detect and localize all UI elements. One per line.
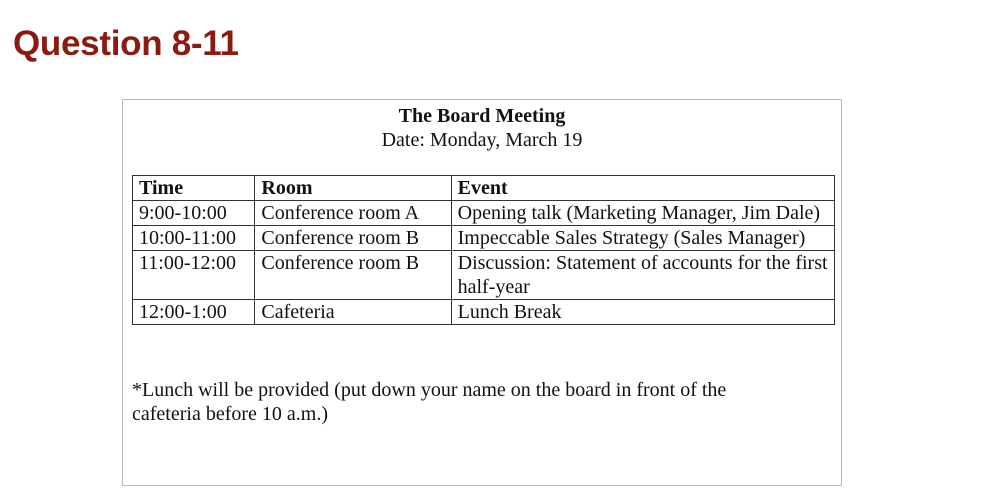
schedule-table: Time Room Event 9:00-10:00 Conference ro… [131, 175, 836, 325]
column-header-time: Time [131, 175, 256, 201]
column-header-event: Event [450, 175, 836, 201]
cell-time: 9:00-10:00 [131, 200, 256, 226]
cell-time: 10:00-11:00 [131, 225, 256, 251]
question-title: Question 8-11 [13, 24, 239, 63]
cell-time: 11:00-12:00 [131, 250, 256, 300]
column-header-room: Room [254, 175, 452, 201]
cell-room: Conference room B [254, 250, 452, 300]
cell-time: 12:00-1:00 [131, 299, 256, 325]
meeting-title: The Board Meeting [398, 105, 566, 127]
cell-event: Impeccable Sales Strategy (Sales Manager… [450, 225, 836, 251]
meeting-notice: The Board Meeting Date: Monday, March 19… [122, 99, 842, 486]
meeting-date: Date: Monday, March 19 [381, 129, 583, 151]
cell-event: Opening talk (Marketing Manager, Jim Dal… [450, 200, 836, 226]
cell-event: Lunch Break [450, 299, 836, 325]
table-row: 10:00-11:00 Conference room B Impeccable… [131, 225, 836, 251]
table-row: 11:00-12:00 Conference room B Discussion… [131, 250, 836, 300]
cell-room: Cafeteria [254, 299, 452, 325]
table-row: 12:00-1:00 Cafeteria Lunch Break [131, 299, 836, 325]
table-header-row: Time Room Event [131, 175, 836, 201]
cell-event: Discussion: Statement of accounts for th… [450, 250, 836, 300]
cell-room: Conference room A [254, 200, 452, 226]
lunch-footnote: *Lunch will be provided (put down your n… [132, 379, 727, 425]
table-row: 9:00-10:00 Conference room A Opening tal… [131, 200, 836, 226]
cell-room: Conference room B [254, 225, 452, 251]
